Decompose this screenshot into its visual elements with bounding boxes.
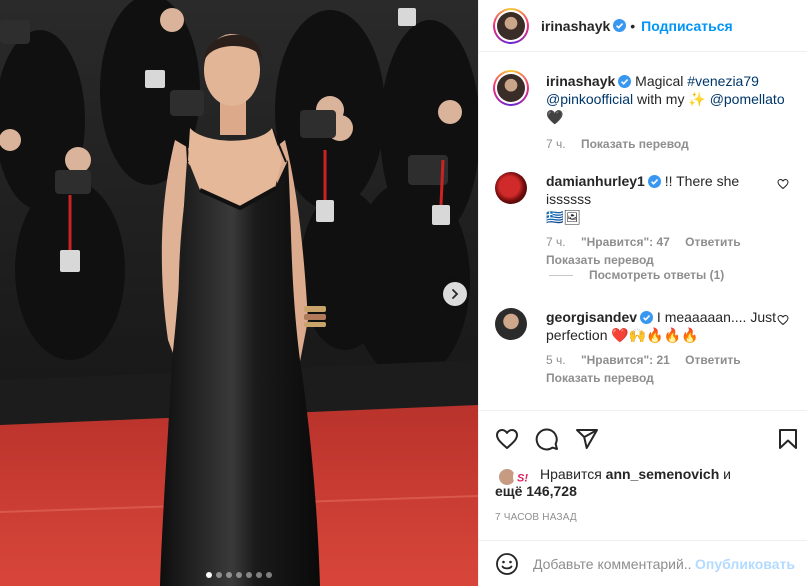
- verified-badge-icon: [647, 175, 661, 188]
- commenter-avatar[interactable]: [495, 308, 527, 340]
- post-actions-bar: [479, 410, 807, 455]
- post-photo[interactable]: [0, 0, 478, 586]
- commenter-avatar[interactable]: [495, 172, 527, 204]
- comments-section: irinashayk Magical #venezia79 @pinkooffi…: [479, 52, 807, 410]
- carousel-dot: [216, 572, 222, 578]
- bookmark-icon[interactable]: [776, 427, 800, 451]
- carousel-dot: [236, 572, 242, 578]
- chevron-right-icon: [452, 289, 459, 299]
- author-username[interactable]: irinashayk: [541, 18, 610, 34]
- translate-link[interactable]: Показать перевод: [581, 137, 689, 151]
- separator-dot: •: [630, 17, 636, 34]
- comment-emoji: ❤️🙌🔥🔥🔥: [611, 327, 699, 343]
- carousel-dot: [206, 572, 212, 578]
- comment-time[interactable]: 5 ч.: [546, 353, 566, 367]
- likes-count-link[interactable]: ещё 146,728: [495, 483, 577, 499]
- verified-badge-icon: [618, 75, 632, 88]
- comment-username[interactable]: damianhurley1: [546, 173, 645, 189]
- carousel-dot: [246, 572, 252, 578]
- translate-link[interactable]: Показать перевод: [546, 253, 654, 267]
- comment-username[interactable]: georgisandev: [546, 309, 637, 325]
- view-replies-label: Посмотреть ответы (1): [589, 268, 725, 282]
- next-image-button[interactable]: [443, 282, 467, 306]
- comment-likes[interactable]: "Нравится": 47: [581, 235, 670, 249]
- caption-text: Magical: [635, 73, 688, 89]
- translate-link[interactable]: Показать перевод: [546, 371, 654, 385]
- hashtag-link[interactable]: #venezia79: [687, 73, 759, 89]
- liker-username[interactable]: ann_semenovich: [606, 466, 720, 482]
- author-avatar[interactable]: [493, 7, 529, 44]
- follow-button[interactable]: Подписаться: [641, 18, 733, 34]
- verified-badge-icon: [613, 19, 627, 32]
- carousel-dot: [266, 572, 272, 578]
- carousel-dot: [256, 572, 262, 578]
- likes-conj: и: [719, 466, 731, 482]
- like-comment-icon[interactable]: [777, 314, 789, 326]
- caption-text: with my: [633, 91, 689, 107]
- caption-avatar[interactable]: [493, 70, 529, 106]
- caption-username[interactable]: irinashayk: [546, 73, 615, 89]
- like-comment-icon[interactable]: [777, 178, 789, 190]
- post-image: [0, 0, 478, 586]
- view-replies-button[interactable]: Посмотреть ответы (1): [549, 268, 724, 282]
- post-timestamp[interactable]: 7 ЧАСОВ НАЗАД: [495, 512, 577, 523]
- carousel-dots: [0, 572, 478, 578]
- comment-likes[interactable]: "Нравится": 21: [581, 353, 670, 367]
- black-heart-emoji: 🖤: [546, 109, 564, 125]
- reply-button[interactable]: Ответить: [685, 235, 740, 249]
- comment-time[interactable]: 7 ч.: [546, 235, 566, 249]
- comment-emoji: 🇬🇷🖼: [546, 209, 582, 225]
- likes-prefix: Нравится: [540, 466, 606, 482]
- carousel-dot: [226, 572, 232, 578]
- publish-button[interactable]: Опубликовать: [695, 556, 795, 572]
- comment-icon[interactable]: [535, 427, 559, 451]
- verified-badge-icon: [640, 311, 654, 324]
- smiley-icon[interactable]: [495, 552, 519, 576]
- post-details-panel: irinashayk • Подписаться irinashayk Magi…: [478, 0, 807, 586]
- sparkles-emoji: ✨: [688, 91, 706, 107]
- comment-input[interactable]: [531, 554, 693, 573]
- add-comment-bar: Опубликовать: [479, 540, 807, 586]
- paper-plane-icon[interactable]: [575, 427, 599, 451]
- mention-link[interactable]: @pomellato: [710, 91, 785, 107]
- heart-icon[interactable]: [495, 427, 519, 451]
- mention-link[interactable]: @pinkoofficial: [546, 91, 633, 107]
- caption-time[interactable]: 7 ч.: [546, 137, 566, 151]
- post-header: irinashayk • Подписаться: [479, 0, 807, 52]
- reply-button[interactable]: Ответить: [685, 353, 740, 367]
